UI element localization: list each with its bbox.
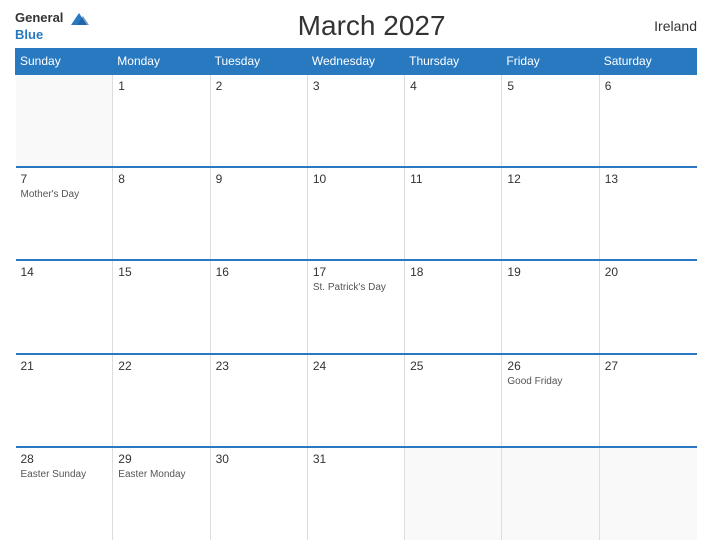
day-number: 19 bbox=[507, 265, 593, 279]
day-number: 5 bbox=[507, 79, 593, 93]
event-label: Easter Monday bbox=[118, 468, 204, 481]
calendar-cell: 19 bbox=[502, 260, 599, 353]
weekday-header-monday: Monday bbox=[113, 49, 210, 75]
week-row-3: 14 15 16 17 St. Patrick's Day 18 19 20 bbox=[16, 260, 697, 353]
event-label: Easter Sunday bbox=[21, 468, 108, 481]
calendar-header: General Blue March 2027 Ireland bbox=[15, 10, 697, 42]
event-label: St. Patrick's Day bbox=[313, 281, 399, 294]
day-number: 25 bbox=[410, 359, 496, 373]
calendar-table: SundayMondayTuesdayWednesdayThursdayFrid… bbox=[15, 48, 697, 540]
weekday-header-friday: Friday bbox=[502, 49, 599, 75]
calendar-cell: 30 bbox=[210, 447, 307, 540]
day-number: 22 bbox=[118, 359, 204, 373]
logo-general-text: General bbox=[15, 10, 63, 25]
day-number: 26 bbox=[507, 359, 593, 373]
calendar-cell: 4 bbox=[405, 74, 502, 167]
day-number: 12 bbox=[507, 172, 593, 186]
calendar-cell bbox=[599, 447, 696, 540]
weekday-header-wednesday: Wednesday bbox=[307, 49, 404, 75]
calendar-cell: 16 bbox=[210, 260, 307, 353]
calendar-cell: 17 St. Patrick's Day bbox=[307, 260, 404, 353]
week-row-5: 28 Easter Sunday 29 Easter Monday 30 31 bbox=[16, 447, 697, 540]
weekday-header-row: SundayMondayTuesdayWednesdayThursdayFrid… bbox=[16, 49, 697, 75]
calendar-cell: 28 Easter Sunday bbox=[16, 447, 113, 540]
calendar-cell: 14 bbox=[16, 260, 113, 353]
logo: General Blue bbox=[15, 10, 89, 42]
calendar-cell: 11 bbox=[405, 167, 502, 260]
week-row-2: 7 Mother's Day 89 10 11 12 13 bbox=[16, 167, 697, 260]
calendar-cell: 27 bbox=[599, 354, 696, 447]
calendar-cell: 18 bbox=[405, 260, 502, 353]
calendar-title: March 2027 bbox=[298, 10, 446, 42]
day-number: 15 bbox=[118, 265, 204, 279]
logo-mountain-icon bbox=[69, 11, 89, 27]
day-number: 20 bbox=[605, 265, 692, 279]
calendar-cell: 13 bbox=[599, 167, 696, 260]
calendar-cell: 24 bbox=[307, 354, 404, 447]
calendar-cell bbox=[16, 74, 113, 167]
country-label: Ireland bbox=[654, 18, 697, 34]
week-row-4: 21 22 23 24 25 26 Good Friday 27 bbox=[16, 354, 697, 447]
calendar-cell: 9 bbox=[210, 167, 307, 260]
calendar-cell: 12 bbox=[502, 167, 599, 260]
calendar-cell: 20 bbox=[599, 260, 696, 353]
day-number: 10 bbox=[313, 172, 399, 186]
day-number: 9 bbox=[216, 172, 302, 186]
day-number: 28 bbox=[21, 452, 108, 466]
calendar-cell: 31 bbox=[307, 447, 404, 540]
day-number: 27 bbox=[605, 359, 692, 373]
calendar-cell: 5 bbox=[502, 74, 599, 167]
day-number: 29 bbox=[118, 452, 204, 466]
calendar-cell: 23 bbox=[210, 354, 307, 447]
day-number: 3 bbox=[313, 79, 399, 93]
calendar-cell: 15 bbox=[113, 260, 210, 353]
calendar-cell: 10 bbox=[307, 167, 404, 260]
day-number: 13 bbox=[605, 172, 692, 186]
day-number: 16 bbox=[216, 265, 302, 279]
day-number: 6 bbox=[605, 79, 692, 93]
day-number: 31 bbox=[313, 452, 399, 466]
calendar-cell: 26 Good Friday bbox=[502, 354, 599, 447]
calendar-cell bbox=[502, 447, 599, 540]
day-number: 11 bbox=[410, 172, 496, 186]
event-label: Good Friday bbox=[507, 375, 593, 388]
calendar-cell: 1 bbox=[113, 74, 210, 167]
day-number: 2 bbox=[216, 79, 302, 93]
event-label: Mother's Day bbox=[21, 188, 108, 201]
week-row-1: 123456 bbox=[16, 74, 697, 167]
day-number: 18 bbox=[410, 265, 496, 279]
calendar-cell: 6 bbox=[599, 74, 696, 167]
day-number: 21 bbox=[21, 359, 108, 373]
calendar-cell: 29 Easter Monday bbox=[113, 447, 210, 540]
weekday-header-saturday: Saturday bbox=[599, 49, 696, 75]
calendar-cell: 21 bbox=[16, 354, 113, 447]
logo-blue-text: Blue bbox=[15, 27, 43, 42]
day-number: 7 bbox=[21, 172, 108, 186]
day-number: 23 bbox=[216, 359, 302, 373]
calendar-cell bbox=[405, 447, 502, 540]
day-number: 24 bbox=[313, 359, 399, 373]
calendar-cell: 7 Mother's Day bbox=[16, 167, 113, 260]
calendar-cell: 25 bbox=[405, 354, 502, 447]
day-number: 1 bbox=[118, 79, 204, 93]
weekday-header-tuesday: Tuesday bbox=[210, 49, 307, 75]
day-number: 4 bbox=[410, 79, 496, 93]
weekday-header-thursday: Thursday bbox=[405, 49, 502, 75]
day-number: 14 bbox=[21, 265, 108, 279]
calendar-cell: 2 bbox=[210, 74, 307, 167]
calendar-cell: 8 bbox=[113, 167, 210, 260]
day-number: 30 bbox=[216, 452, 302, 466]
day-number: 17 bbox=[313, 265, 399, 279]
weekday-header-sunday: Sunday bbox=[16, 49, 113, 75]
calendar-cell: 3 bbox=[307, 74, 404, 167]
calendar-cell: 22 bbox=[113, 354, 210, 447]
day-number: 8 bbox=[118, 172, 204, 186]
